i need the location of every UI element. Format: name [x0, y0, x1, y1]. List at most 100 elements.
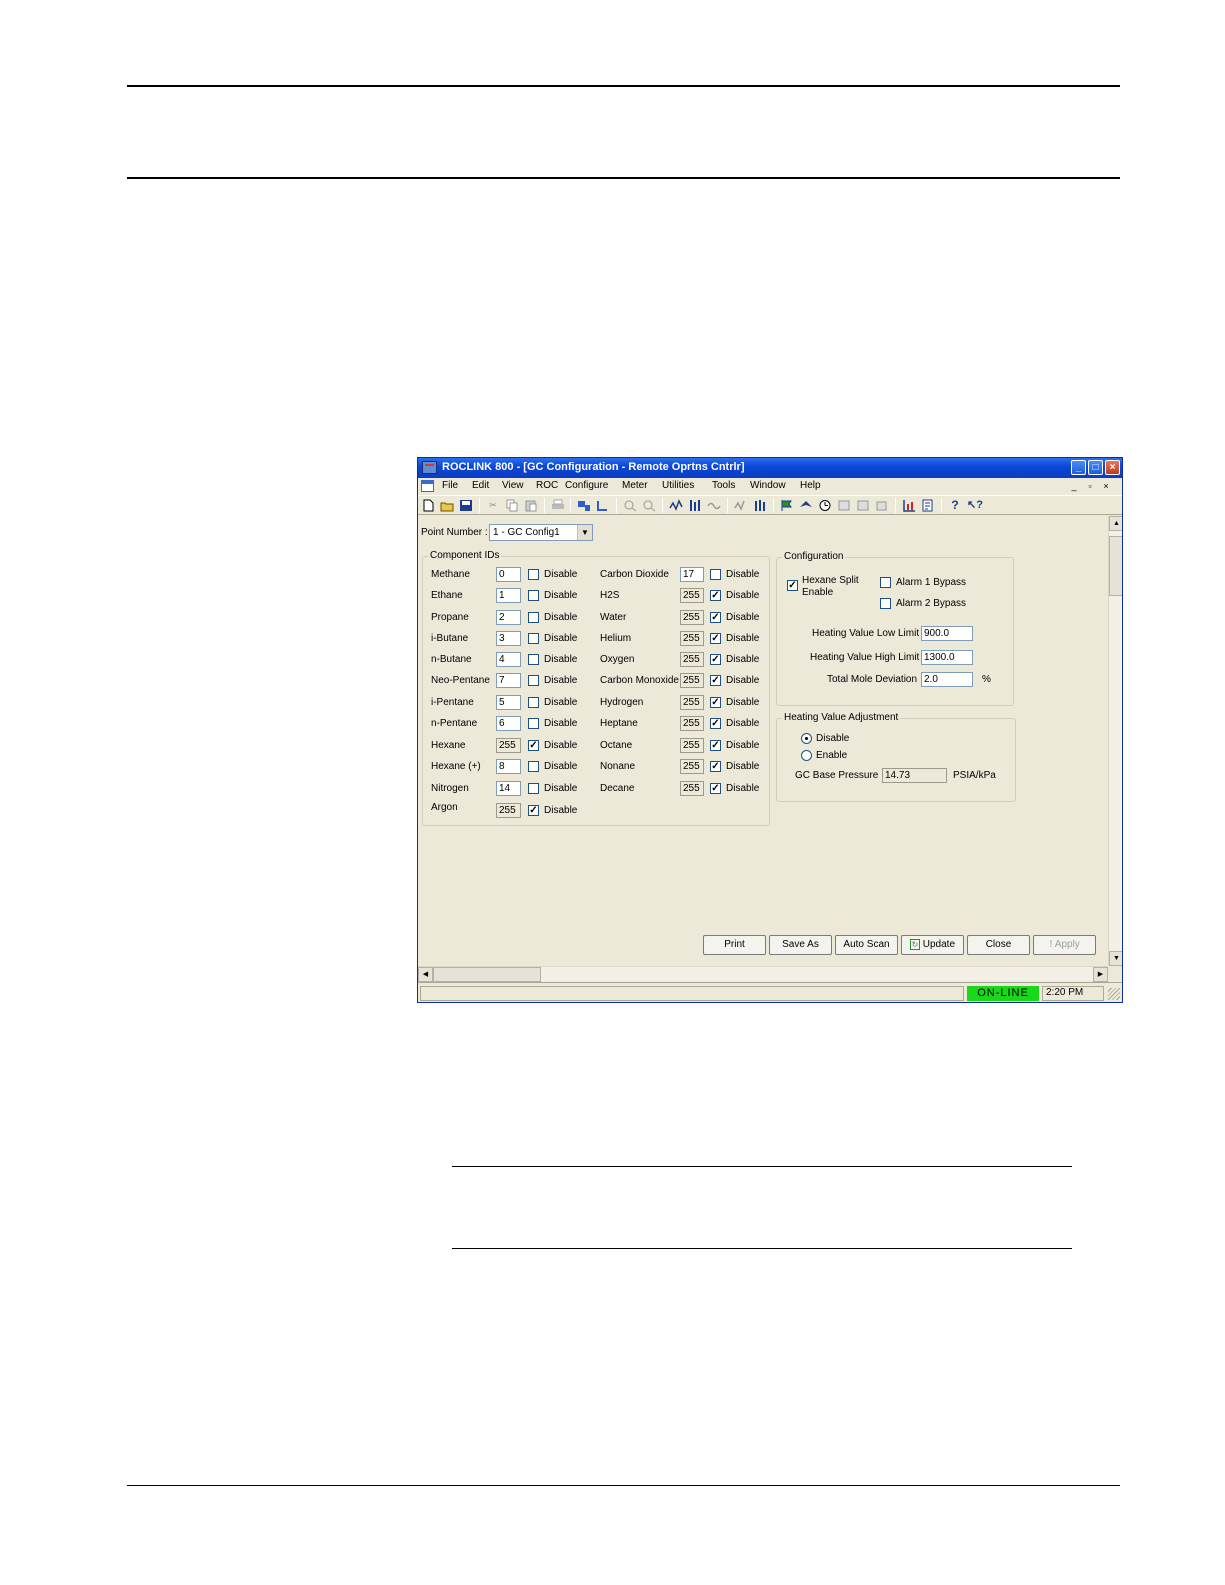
horizontal-scrollbar[interactable]: ◀ ▶	[418, 966, 1108, 982]
open-folder-icon[interactable]	[440, 499, 454, 512]
component-id-field[interactable]: 7	[496, 673, 521, 688]
total-mole-deviation-field[interactable]: 2.0	[921, 672, 973, 687]
alarm1-bypass-checkbox[interactable]	[880, 577, 891, 588]
help-icon[interactable]: ?	[948, 499, 962, 512]
menu-edit[interactable]: Edit	[472, 480, 489, 491]
menu-view[interactable]: View	[502, 480, 524, 491]
clock-icon[interactable]	[818, 499, 832, 512]
scroll-up-icon[interactable]: ▲	[1109, 516, 1122, 531]
menu-tools[interactable]: Tools	[712, 480, 735, 491]
menu-configure[interactable]: Configure	[565, 480, 608, 491]
component-id-field[interactable]: 8	[496, 759, 521, 774]
component-id-field[interactable]: 255	[680, 716, 704, 731]
disable-checkbox[interactable]: ✓	[710, 675, 721, 686]
disable-checkbox[interactable]: ✓	[710, 590, 721, 601]
component-id-field[interactable]: 255	[680, 781, 704, 796]
disable-checkbox[interactable]	[528, 783, 539, 794]
disable-checkbox[interactable]: ✓	[710, 783, 721, 794]
menu-roc[interactable]: ROC	[536, 480, 558, 491]
minimize-button[interactable]: _	[1071, 460, 1086, 475]
disable-checkbox[interactable]	[528, 761, 539, 772]
io-monitor-icon[interactable]	[688, 499, 702, 512]
direct-connect-icon[interactable]	[596, 499, 610, 512]
chevron-down-icon[interactable]: ▼	[577, 525, 592, 540]
component-id-field[interactable]: 4	[496, 652, 521, 667]
save-as-button[interactable]: Save As	[769, 935, 832, 955]
paste-icon[interactable]	[524, 499, 538, 512]
title-bar[interactable]: ROCLINK 800 - [GC Configuration - Remote…	[418, 458, 1122, 478]
menu-file[interactable]: File	[442, 480, 458, 491]
graph-icon[interactable]	[734, 499, 748, 512]
disable-checkbox[interactable]: ✓	[710, 718, 721, 729]
menu-meter[interactable]: Meter	[622, 480, 648, 491]
component-id-field[interactable]: 255	[680, 610, 704, 625]
disable-checkbox[interactable]: ✓	[528, 740, 539, 751]
disable-checkbox[interactable]: ✓	[710, 612, 721, 623]
horizontal-scroll-thumb[interactable]	[433, 967, 541, 982]
print-button[interactable]: Print	[703, 935, 766, 955]
component-id-field[interactable]: 2	[496, 610, 521, 625]
maximize-button[interactable]: □	[1088, 460, 1103, 475]
disable-checkbox[interactable]	[528, 697, 539, 708]
component-id-field[interactable]: 255	[680, 738, 704, 753]
component-id-field[interactable]: 255	[680, 652, 704, 667]
component-id-field[interactable]: 255	[496, 803, 521, 818]
mdi-restore-button[interactable]: ▫	[1084, 480, 1096, 492]
export-icon[interactable]	[875, 499, 889, 512]
component-id-field[interactable]: 6	[496, 716, 521, 731]
document-icon[interactable]	[421, 480, 434, 492]
resize-grip-icon[interactable]	[1108, 988, 1120, 1000]
close-button[interactable]: Close	[967, 935, 1030, 955]
component-id-field[interactable]: 3	[496, 631, 521, 646]
zoom-in-icon[interactable]	[623, 499, 637, 512]
component-id-field[interactable]: 255	[680, 631, 704, 646]
print-icon[interactable]	[551, 499, 565, 512]
disable-checkbox[interactable]: ✓	[710, 740, 721, 751]
disable-checkbox[interactable]	[528, 612, 539, 623]
alarm2-bypass-checkbox[interactable]	[880, 598, 891, 609]
bar-graph-icon[interactable]	[753, 499, 767, 512]
report-icon[interactable]	[921, 499, 935, 512]
zoom-out-icon[interactable]	[642, 499, 656, 512]
update-button[interactable]: ↻ Update	[901, 935, 964, 955]
auto-scan-button[interactable]: Auto Scan	[835, 935, 898, 955]
hv-adjust-enable-radio[interactable]	[801, 750, 812, 761]
context-help-icon[interactable]: ↖?	[967, 499, 983, 512]
hv-adjust-disable-radio[interactable]	[801, 733, 812, 744]
component-id-field[interactable]: 1	[496, 588, 521, 603]
display-icon[interactable]	[837, 499, 851, 512]
menu-help[interactable]: Help	[800, 480, 821, 491]
component-id-field[interactable]: 14	[496, 781, 521, 796]
cut-icon[interactable]: ✂	[486, 499, 500, 512]
bird-icon[interactable]	[799, 499, 813, 512]
disable-checkbox[interactable]	[528, 675, 539, 686]
component-id-field[interactable]: 255	[680, 673, 704, 688]
component-id-field[interactable]: 255	[496, 738, 521, 753]
disable-checkbox[interactable]	[528, 590, 539, 601]
disable-checkbox[interactable]	[528, 654, 539, 665]
apply-button[interactable]: ! Apply	[1033, 935, 1096, 955]
disable-checkbox[interactable]	[710, 569, 721, 580]
vertical-scrollbar[interactable]: ▲ ▼	[1108, 516, 1122, 966]
trend-icon[interactable]	[669, 499, 683, 512]
component-id-field[interactable]: 5	[496, 695, 521, 710]
connect-icon[interactable]	[577, 499, 591, 512]
flag-icon[interactable]	[780, 499, 794, 512]
disable-checkbox[interactable]: ✓	[710, 697, 721, 708]
scroll-left-icon[interactable]: ◀	[418, 967, 433, 982]
point-number-select[interactable]: 1 - GC Config1 ▼	[489, 524, 593, 541]
hexane-split-checkbox[interactable]: ✓	[787, 580, 798, 591]
menu-window[interactable]: Window	[750, 480, 786, 491]
mdi-close-button[interactable]: ×	[1100, 480, 1112, 492]
panel-icon[interactable]	[856, 499, 870, 512]
signal-icon[interactable]	[707, 499, 721, 512]
mdi-minimize-button[interactable]: _	[1068, 480, 1080, 492]
save-disk-icon[interactable]	[459, 499, 473, 512]
disable-checkbox[interactable]	[528, 633, 539, 644]
component-id-field[interactable]: 255	[680, 695, 704, 710]
gc-base-pressure-field[interactable]: 14.73	[882, 768, 947, 783]
disable-checkbox[interactable]	[528, 569, 539, 580]
new-file-icon[interactable]	[421, 499, 435, 512]
hv-low-limit-field[interactable]: 900.0	[921, 626, 973, 641]
vertical-scroll-thumb[interactable]	[1109, 536, 1122, 596]
